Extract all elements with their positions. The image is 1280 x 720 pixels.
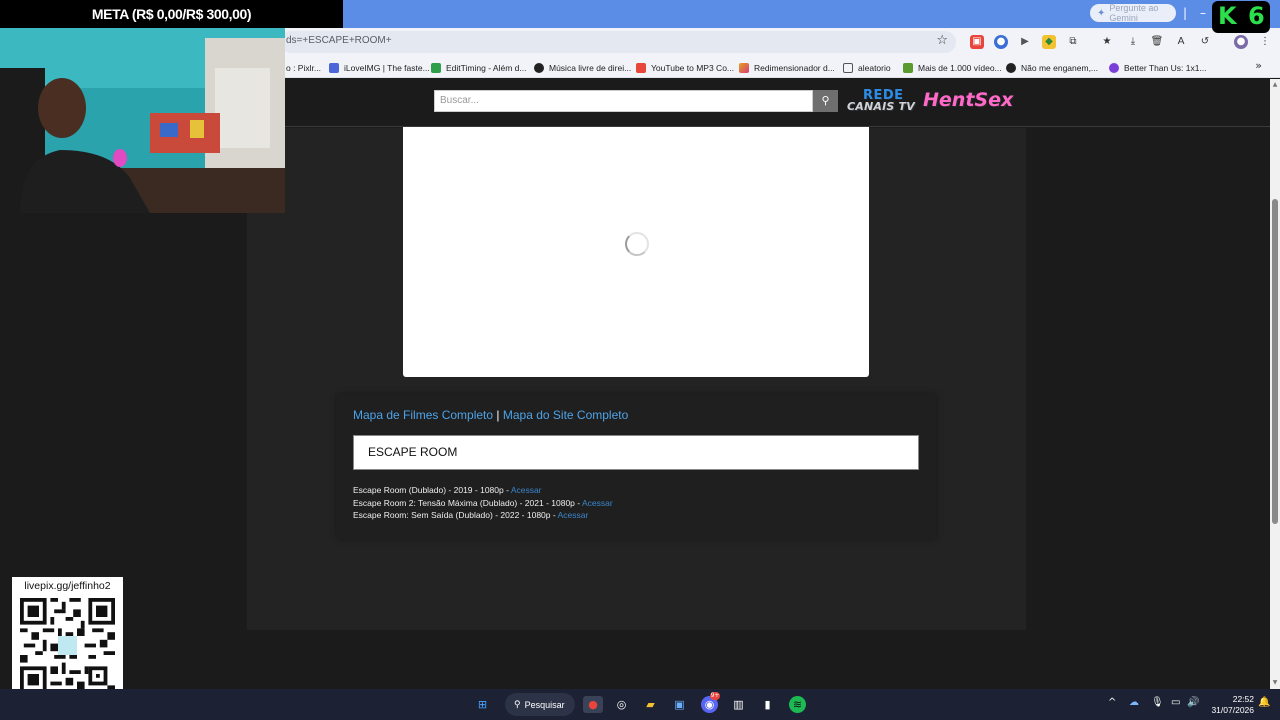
favicon-icon — [636, 62, 646, 73]
search-icon[interactable]: ⚲ — [813, 90, 838, 112]
favicon-icon — [1109, 62, 1119, 73]
clock-date: 31/07/2026 — [1211, 705, 1254, 715]
trash-icon[interactable]: 🗑 — [1150, 35, 1164, 49]
link-separator: | — [496, 408, 500, 422]
folder-icon — [843, 62, 853, 73]
k6-logo-left: K — [1218, 2, 1237, 30]
app-icon[interactable]: ◎ — [613, 696, 630, 713]
gemini-button[interactable]: ✦ Pergunte ao Gemini — [1090, 3, 1176, 23]
access-link[interactable]: Acessar — [582, 498, 613, 508]
results-list: Escape Room (Dublado) - 2019 - 1080p - A… — [353, 484, 613, 522]
file-explorer-icon[interactable]: ▰ — [642, 696, 659, 713]
profile-avatar-icon[interactable]: ● — [1234, 35, 1248, 49]
bookmark-folder[interactable]: aleatorio — [843, 61, 891, 74]
donation-goal-bar: META (R$ 0,00/R$ 300,00) — [0, 0, 343, 28]
result-item: Escape Room 2: Tensão Máxima (Dublado) -… — [353, 497, 613, 508]
chrome-icon[interactable]: ● — [583, 696, 603, 713]
k6-logo-right: 6 — [1248, 2, 1265, 30]
piano-icon[interactable]: ▥ — [730, 696, 747, 713]
favicon-icon — [534, 62, 544, 73]
bookmark-item[interactable]: Não me enganem,... — [1006, 61, 1098, 74]
result-item: Escape Room: Sem Saída (Dublado) - 2022 … — [353, 510, 589, 520]
qr-code-icon — [20, 598, 115, 693]
favicon-icon — [329, 62, 339, 73]
sparkle-icon: ✦ — [1097, 7, 1106, 19]
livepix-qr-card: livepix.gg/jeffinho2 — [12, 577, 123, 698]
logo-text-side: HentSex — [923, 89, 1014, 111]
chevron-right-icon[interactable]: » — [1255, 59, 1262, 72]
taskbar-search-label: Pesquisar — [524, 699, 565, 710]
spotify-icon[interactable]: ≋ — [789, 696, 806, 713]
site-logo[interactable]: REDE CANAIS TV HentSex — [847, 88, 1013, 116]
blue-extension-icon[interactable]: ● — [994, 35, 1008, 49]
discord-badge: 9+ — [710, 692, 720, 700]
translate-icon[interactable]: A — [1174, 35, 1188, 49]
film-map-link[interactable]: Mapa de Filmes Completo — [353, 408, 493, 422]
taskbar-search-button[interactable]: ⚲ Pesquisar — [505, 693, 575, 716]
download-icon[interactable]: ⤓ — [1126, 35, 1140, 49]
notification-icon[interactable]: 🔔 — [1258, 697, 1270, 708]
extensions-puzzle-icon[interactable]: ⧉ — [1066, 35, 1080, 49]
network-icon[interactable]: ▭ — [1171, 697, 1180, 708]
scroll-down-icon[interactable]: ▼ — [1271, 679, 1279, 687]
minimize-button[interactable]: – — [1196, 5, 1210, 21]
play-extension-icon[interactable]: ▶ — [1018, 35, 1032, 49]
bookmark-item[interactable]: Better Than Us: 1x1... — [1109, 61, 1207, 74]
office-extension-icon[interactable]: ▣ — [970, 35, 984, 49]
bookmark-item[interactable]: Mais de 1.000 vídeo... — [903, 61, 1002, 74]
windows-taskbar: ⊞ ⚲ Pesquisar ● ◎ ▰ ▣ ◉ 9+ ▥ ▮ ≋ ^ ☁ 🎙 ▭… — [0, 689, 1280, 720]
bookmark-item[interactable]: Redimensionador d... — [739, 61, 835, 74]
clock-time: 22:52 — [1232, 694, 1254, 704]
search-title-box: ESCAPE ROOM — [353, 435, 919, 470]
bookmark-star-icon[interactable]: ☆ — [936, 33, 948, 48]
scrollbar-thumb[interactable] — [1272, 199, 1278, 524]
system-clock[interactable]: 22:52 31/07/2026 — [1208, 694, 1254, 716]
windows-start-icon[interactable]: ⊞ — [474, 696, 491, 713]
livepix-url: livepix.gg/jeffinho2 — [24, 580, 111, 592]
microphone-icon[interactable]: 🎙 — [1151, 697, 1164, 708]
menu-kebab-icon[interactable]: ⋮ — [1258, 35, 1272, 49]
webcam-feed — [0, 28, 285, 213]
search-icon: ⚲ — [514, 699, 521, 709]
favicon-icon — [903, 62, 913, 73]
onedrive-icon[interactable]: ☁ — [1129, 697, 1139, 708]
webcam-image — [0, 28, 285, 213]
loading-spinner-icon — [625, 232, 649, 256]
search-results-panel: Mapa de Filmes Completo | Mapa do Site C… — [337, 394, 936, 539]
k6-logo: K 6 — [1212, 1, 1270, 33]
bookmark-item[interactable]: YouTube to MP3 Co... — [636, 61, 734, 74]
history-icon[interactable]: ↺ — [1198, 35, 1212, 49]
access-link[interactable]: Acessar — [558, 510, 589, 520]
drive-extension-icon[interactable]: ◆ — [1042, 35, 1056, 49]
bookmark-item[interactable]: Música livre de direi... — [534, 61, 631, 74]
omnibox[interactable]: ds=+ESCAPE+ROOM+ ☆ — [280, 31, 956, 53]
favicon-icon — [739, 62, 749, 73]
search-title: ESCAPE ROOM — [368, 445, 458, 459]
url-text[interactable]: ds=+ESCAPE+ROOM+ — [286, 35, 392, 46]
tray-chevron-up-icon[interactable]: ^ — [1108, 697, 1116, 708]
bookmarks-icon[interactable]: ★ — [1100, 35, 1114, 49]
bookmark-item[interactable]: o : Pixlr... — [286, 61, 321, 74]
audio-app-icon[interactable]: ▮ — [759, 696, 776, 713]
volume-icon[interactable]: 🔊 — [1187, 697, 1199, 708]
map-links: Mapa de Filmes Completo | Mapa do Site C… — [353, 408, 628, 422]
site-header: Buscar... ⚲ REDE CANAIS TV HentSex — [285, 79, 1270, 127]
video-player[interactable] — [403, 127, 869, 377]
logo-text-bottom: CANAIS TV — [847, 100, 915, 113]
bookmark-item[interactable]: iLoveIMG | The faste... — [329, 61, 430, 74]
site-map-link[interactable]: Mapa do Site Completo — [503, 408, 628, 422]
scroll-up-icon[interactable]: ▲ — [1271, 81, 1279, 89]
search-input[interactable]: Buscar... — [434, 90, 813, 112]
favicon-icon — [431, 62, 441, 73]
gemini-label: Pergunte ao Gemini — [1109, 3, 1159, 23]
tab-divider: | — [1182, 6, 1188, 20]
store-icon[interactable]: ▣ — [671, 696, 688, 713]
access-link[interactable]: Acessar — [511, 485, 542, 495]
bookmark-item[interactable]: EditTiming - Além d... — [431, 61, 526, 74]
result-item: Escape Room (Dublado) - 2019 - 1080p - A… — [353, 485, 542, 495]
favicon-icon — [1006, 62, 1016, 73]
